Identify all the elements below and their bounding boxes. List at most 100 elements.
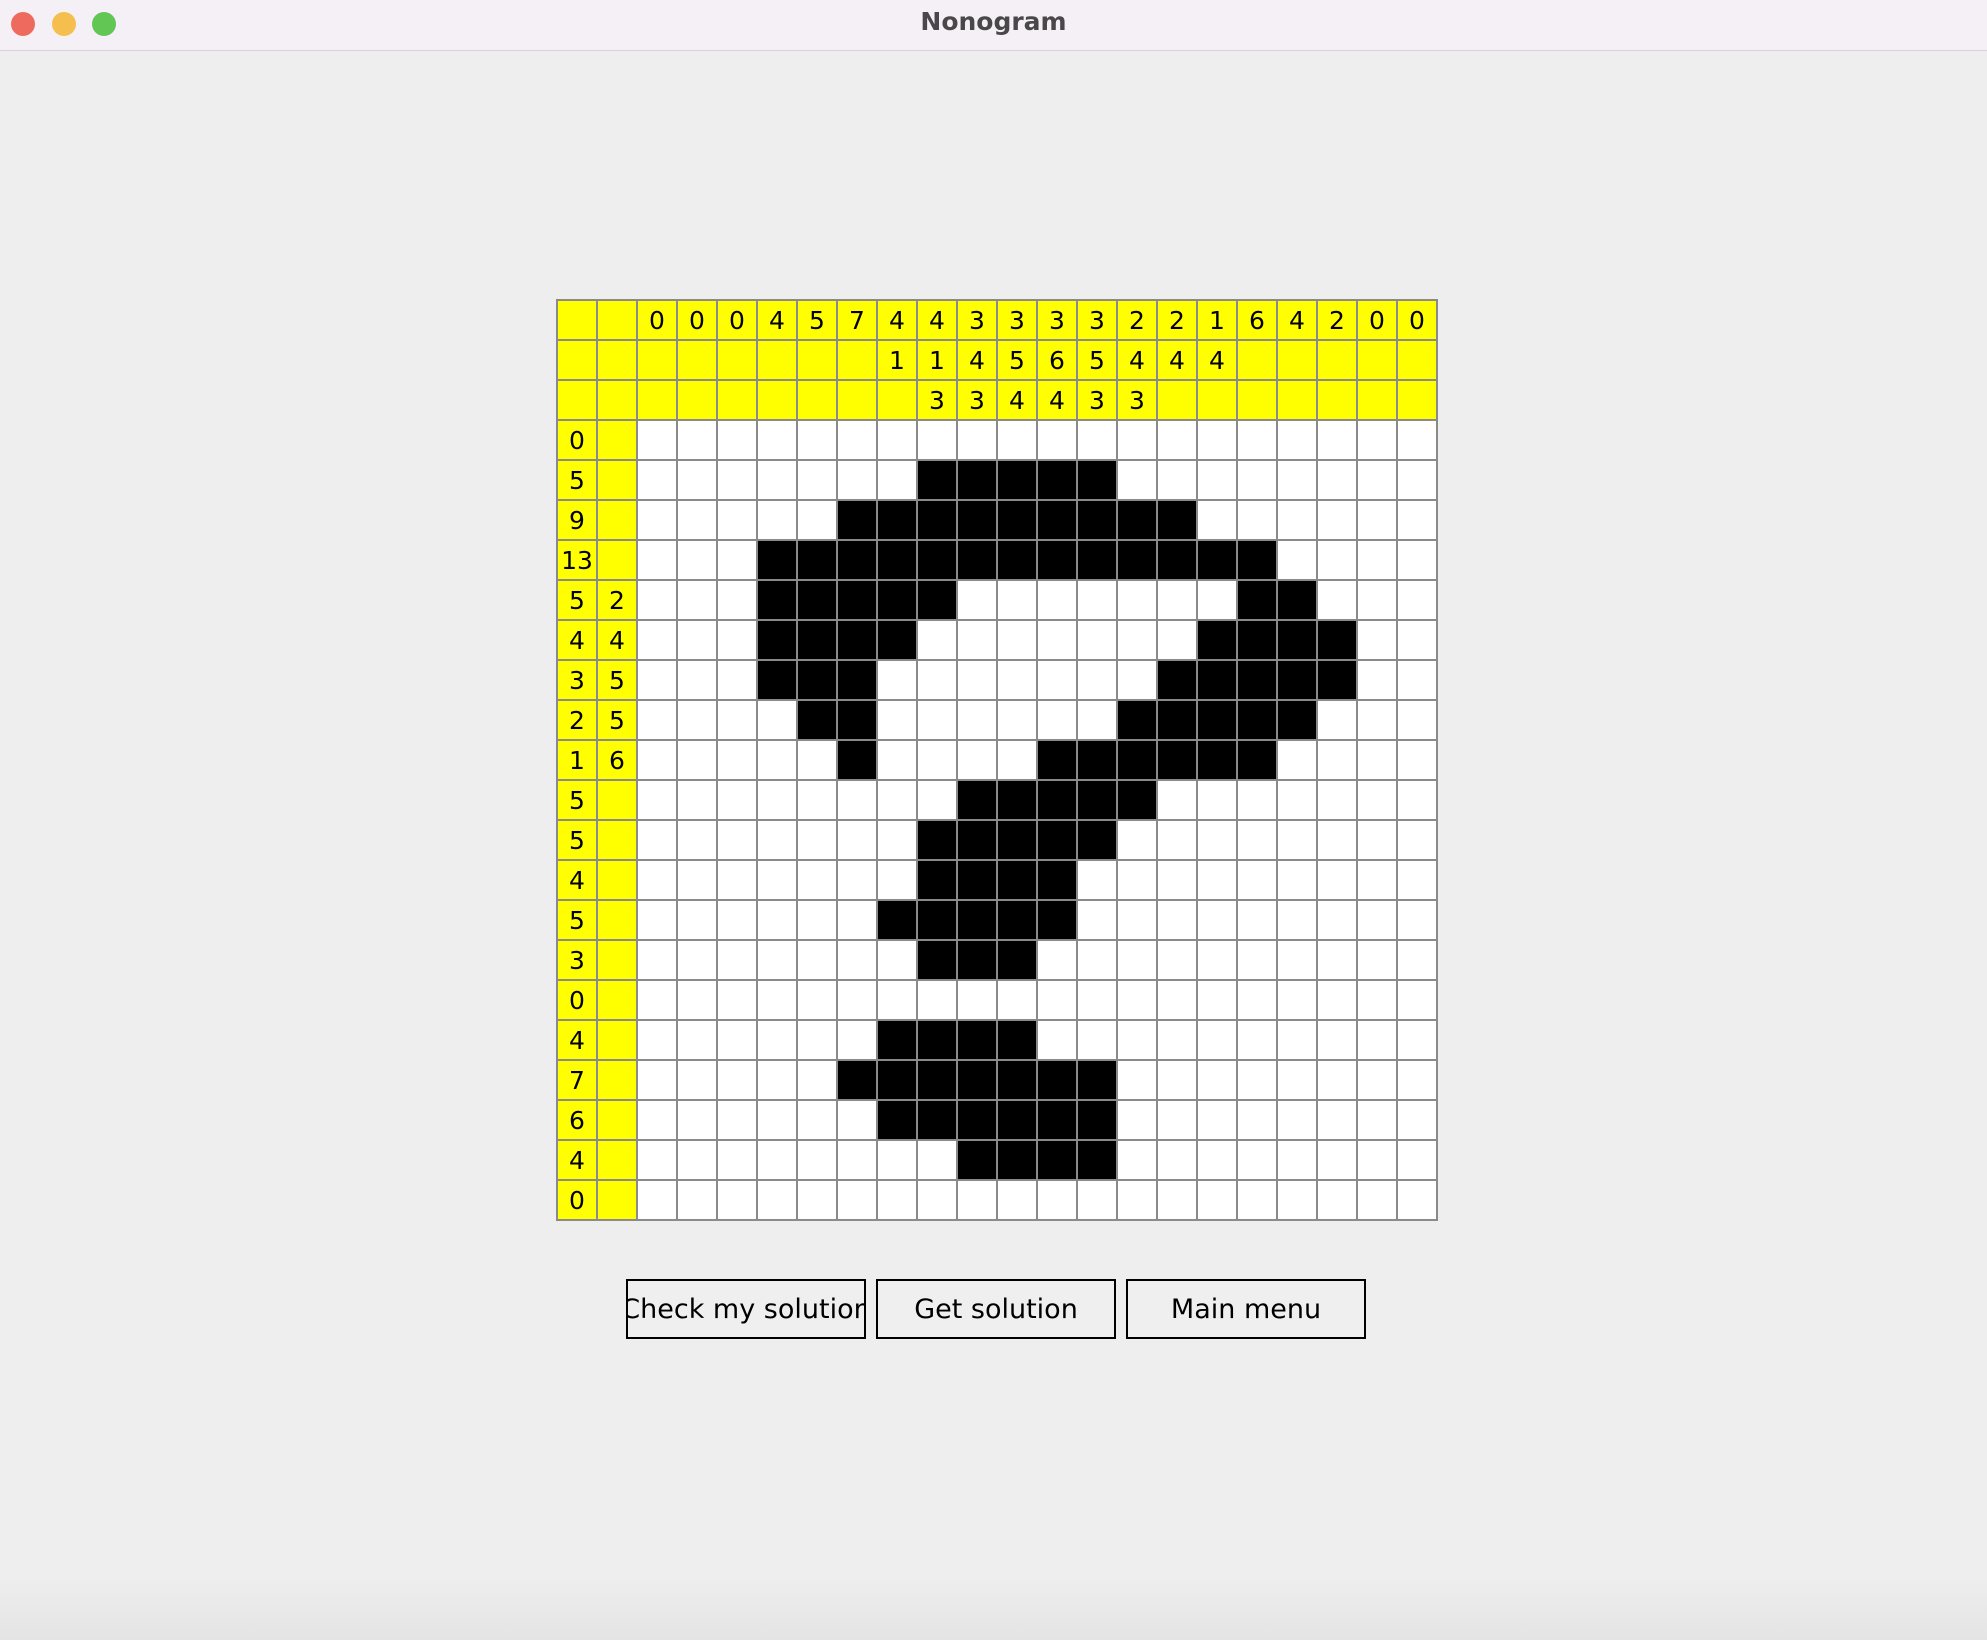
grid-cell[interactable]	[1396, 1179, 1436, 1219]
grid-cell[interactable]	[956, 979, 996, 1019]
grid-cell[interactable]	[1076, 579, 1116, 619]
grid-cell[interactable]	[1356, 1099, 1396, 1139]
grid-cell[interactable]	[1116, 659, 1156, 699]
grid-cell-filled[interactable]	[1076, 499, 1116, 539]
grid-cell-filled[interactable]	[796, 579, 836, 619]
grid-cell[interactable]	[1316, 899, 1356, 939]
grid-cell-filled[interactable]	[916, 499, 956, 539]
grid-cell[interactable]	[676, 739, 716, 779]
grid-cell-filled[interactable]	[1076, 459, 1116, 499]
grid-cell[interactable]	[1316, 1059, 1356, 1099]
grid-cell[interactable]	[1396, 699, 1436, 739]
grid-cell[interactable]	[1156, 1019, 1196, 1059]
grid-cell-filled[interactable]	[956, 1059, 996, 1099]
get-solution-button[interactable]: Get solution	[876, 1279, 1116, 1339]
grid-cell[interactable]	[636, 419, 676, 459]
grid-cell[interactable]	[636, 459, 676, 499]
grid-cell[interactable]	[1316, 1139, 1356, 1179]
grid-cell[interactable]	[636, 1019, 676, 1059]
grid-cell[interactable]	[1316, 1099, 1356, 1139]
grid-cell-filled[interactable]	[1036, 539, 1076, 579]
grid-cell[interactable]	[716, 1019, 756, 1059]
grid-cell[interactable]	[1316, 499, 1356, 539]
grid-cell-filled[interactable]	[916, 539, 956, 579]
grid-cell[interactable]	[1116, 1179, 1156, 1219]
grid-cell[interactable]	[1196, 779, 1236, 819]
grid-cell[interactable]	[716, 1179, 756, 1219]
grid-cell[interactable]	[1196, 979, 1236, 1019]
grid-cell[interactable]	[1236, 819, 1276, 859]
grid-cell-filled[interactable]	[836, 1059, 876, 1099]
grid-cell[interactable]	[756, 899, 796, 939]
grid-cell[interactable]	[1156, 419, 1196, 459]
grid-cell-filled[interactable]	[1236, 579, 1276, 619]
grid-cell[interactable]	[1316, 1019, 1356, 1059]
grid-cell-filled[interactable]	[1276, 659, 1316, 699]
grid-cell[interactable]	[1276, 939, 1316, 979]
grid-cell[interactable]	[1116, 859, 1156, 899]
grid-cell-filled[interactable]	[996, 939, 1036, 979]
grid-cell-filled[interactable]	[1036, 1099, 1076, 1139]
grid-cell[interactable]	[1276, 1059, 1316, 1099]
grid-cell-filled[interactable]	[1116, 499, 1156, 539]
grid-cell[interactable]	[716, 459, 756, 499]
grid-cell[interactable]	[796, 1179, 836, 1219]
grid-cell[interactable]	[1316, 859, 1356, 899]
grid-cell[interactable]	[996, 659, 1036, 699]
grid-cell-filled[interactable]	[916, 579, 956, 619]
grid-cell-filled[interactable]	[1156, 739, 1196, 779]
grid-cell[interactable]	[796, 1139, 836, 1179]
grid-cell[interactable]	[1236, 459, 1276, 499]
grid-cell[interactable]	[1276, 779, 1316, 819]
grid-cell[interactable]	[1316, 579, 1356, 619]
grid-cell[interactable]	[636, 1179, 676, 1219]
grid-cell[interactable]	[796, 819, 836, 859]
grid-cell[interactable]	[1196, 459, 1236, 499]
grid-cell-filled[interactable]	[876, 1059, 916, 1099]
grid-cell[interactable]	[756, 1019, 796, 1059]
grid-cell-filled[interactable]	[1196, 739, 1236, 779]
grid-cell-filled[interactable]	[876, 539, 916, 579]
grid-cell[interactable]	[996, 619, 1036, 659]
grid-cell[interactable]	[1036, 1179, 1076, 1219]
grid-cell[interactable]	[636, 939, 676, 979]
grid-cell[interactable]	[756, 499, 796, 539]
check-solution-button[interactable]: Check my solution	[626, 1279, 866, 1339]
grid-cell[interactable]	[1156, 979, 1196, 1019]
grid-cell[interactable]	[636, 1059, 676, 1099]
grid-cell[interactable]	[916, 419, 956, 459]
grid-cell[interactable]	[636, 659, 676, 699]
grid-cell[interactable]	[1076, 699, 1116, 739]
grid-cell-filled[interactable]	[1076, 739, 1116, 779]
grid-cell[interactable]	[716, 659, 756, 699]
grid-cell[interactable]	[1356, 539, 1396, 579]
grid-cell-filled[interactable]	[996, 539, 1036, 579]
grid-cell-filled[interactable]	[1196, 659, 1236, 699]
grid-cell[interactable]	[916, 699, 956, 739]
grid-cell[interactable]	[1356, 899, 1396, 939]
grid-cell-filled[interactable]	[836, 699, 876, 739]
grid-cell-filled[interactable]	[996, 899, 1036, 939]
grid-cell[interactable]	[1356, 699, 1396, 739]
grid-cell[interactable]	[1396, 459, 1436, 499]
grid-cell[interactable]	[1396, 779, 1436, 819]
grid-cell[interactable]	[1196, 1139, 1236, 1179]
grid-cell[interactable]	[1356, 579, 1396, 619]
grid-cell[interactable]	[796, 979, 836, 1019]
grid-cell[interactable]	[1076, 939, 1116, 979]
grid-cell[interactable]	[1316, 459, 1356, 499]
grid-cell[interactable]	[636, 779, 676, 819]
grid-cell-filled[interactable]	[1036, 459, 1076, 499]
grid-cell[interactable]	[1396, 1019, 1436, 1059]
grid-cell-filled[interactable]	[996, 779, 1036, 819]
grid-cell[interactable]	[1396, 819, 1436, 859]
grid-cell[interactable]	[836, 1179, 876, 1219]
grid-cell[interactable]	[716, 939, 756, 979]
grid-cell[interactable]	[1236, 939, 1276, 979]
grid-cell[interactable]	[1036, 619, 1076, 659]
grid-cell[interactable]	[1196, 579, 1236, 619]
grid-cell-filled[interactable]	[996, 499, 1036, 539]
grid-cell[interactable]	[1196, 1019, 1236, 1059]
grid-cell[interactable]	[1356, 1019, 1396, 1059]
grid-cell[interactable]	[716, 819, 756, 859]
